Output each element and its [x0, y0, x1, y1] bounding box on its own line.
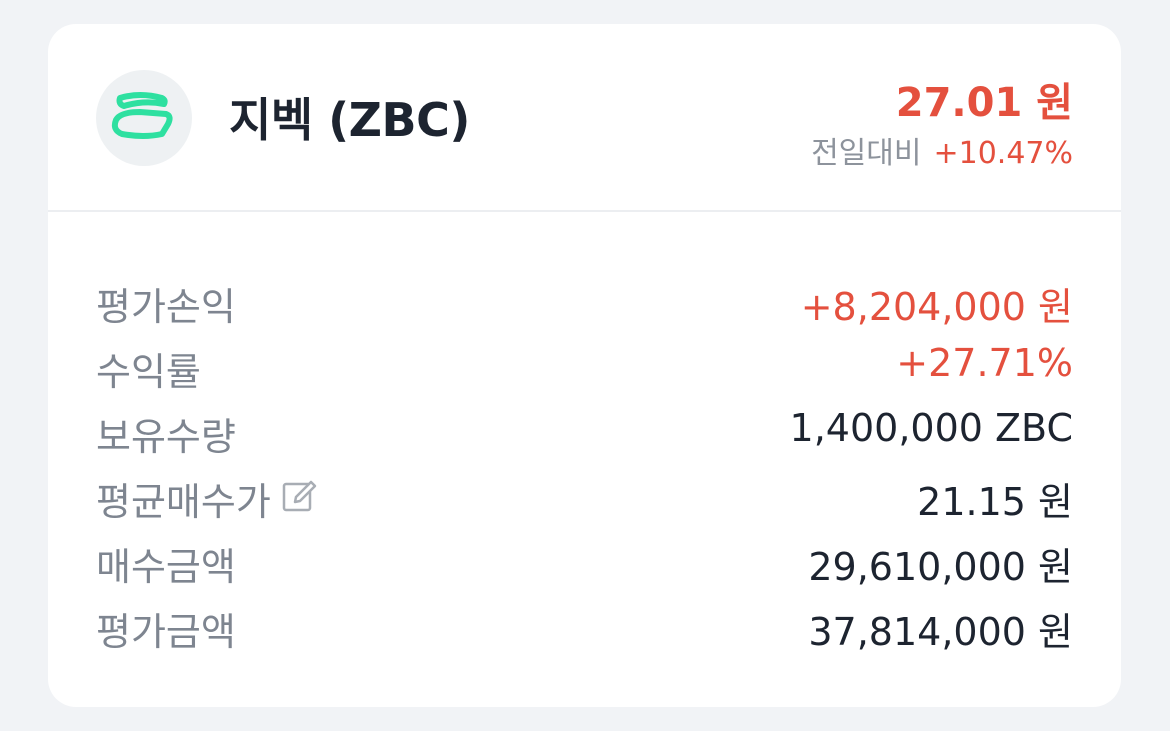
daily-change: 전일대비 +10.47% — [811, 128, 1073, 172]
coin-name: 지벡 (ZBC) — [229, 93, 470, 147]
holding-card: 지벡 (ZBC) 27.01 원 전일대비 +10.47% 평가손익 +8,204… — [48, 24, 1121, 707]
eval-amount-value: 37,814,000 원 — [808, 610, 1073, 654]
eval-amount-label: 평가금액 — [96, 610, 236, 654]
detail-row-quantity: 보유수량 1,400,000 ZBC — [96, 400, 1073, 465]
profit-value: +8,204,000 원 — [800, 285, 1073, 329]
daily-change-label: 전일대비 — [811, 136, 922, 171]
daily-change-value: +10.47% — [933, 136, 1073, 171]
holding-details: 평가손익 +8,204,000 원 수익률 +27.71% 보유수량 1,400… — [96, 270, 1073, 660]
zbc-logo-icon — [96, 70, 192, 166]
quantity-value: 1,400,000 ZBC — [789, 406, 1073, 450]
coin-header[interactable]: 지벡 (ZBC) 27.01 원 전일대비 +10.47% — [48, 24, 1121, 212]
quantity-label: 보유수량 — [96, 415, 236, 459]
edit-icon[interactable] — [281, 478, 319, 525]
detail-row-eval-amount: 평가금액 37,814,000 원 — [96, 595, 1073, 660]
current-price: 27.01 원 — [895, 80, 1073, 126]
detail-row-buy-amount: 매수금액 29,610,000 원 — [96, 530, 1073, 595]
avg-price-label-group: 평균매수가 — [96, 471, 319, 526]
detail-row-avg-price: 평균매수가 21.15 원 — [96, 465, 1073, 530]
return-rate-label: 수익률 — [96, 350, 201, 394]
avg-price-value: 21.15 원 — [917, 480, 1073, 524]
detail-row-profit: 평가손익 +8,204,000 원 — [96, 270, 1073, 335]
profit-label: 평가손익 — [96, 285, 236, 329]
avg-price-label: 평균매수가 — [96, 480, 271, 524]
detail-row-return-rate: 수익률 +27.71% — [96, 335, 1073, 400]
buy-amount-label: 매수금액 — [96, 545, 236, 589]
zbc-logo-icon-graphic — [111, 92, 173, 139]
buy-amount-value: 29,610,000 원 — [808, 545, 1073, 589]
return-rate-value: +27.71% — [896, 341, 1073, 385]
